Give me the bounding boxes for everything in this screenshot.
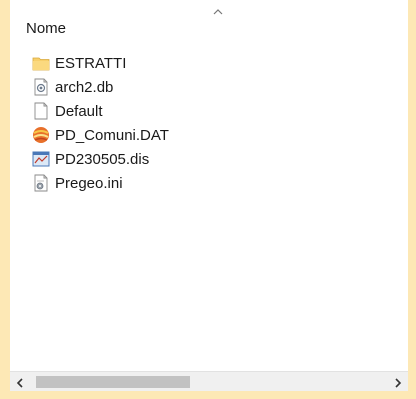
horizontal-scrollbar[interactable] — [10, 371, 408, 391]
bottom-border — [0, 391, 416, 399]
file-name: PD_Comuni.DAT — [55, 126, 169, 144]
file-name: ESTRATTI — [55, 54, 127, 72]
list-item-estratti[interactable]: ESTRATTI — [32, 51, 169, 75]
list-item-pd-comuni-dat[interactable]: PD_Comuni.DAT — [32, 123, 169, 147]
file-name: PD230505.dis — [55, 150, 150, 168]
right-border — [408, 0, 416, 399]
scrollbar-thumb[interactable] — [36, 376, 190, 388]
file-list: ESTRATTI arch2.db Default PD_Comuni.DAT … — [32, 51, 169, 195]
blank-file-icon — [32, 102, 50, 120]
chevron-right-icon[interactable] — [392, 376, 404, 388]
file-list-pane: Nome ESTRATTI arch2.db Default PD_Comuni… — [10, 0, 408, 371]
drawing-file-icon — [32, 150, 50, 168]
file-name: Pregeo.ini — [55, 174, 123, 192]
database-file-icon — [32, 78, 50, 96]
column-header-name[interactable]: Nome — [26, 20, 66, 37]
folder-icon — [32, 54, 50, 72]
list-item-pregeo-ini[interactable]: Pregeo.ini — [32, 171, 169, 195]
settings-file-icon — [32, 174, 50, 192]
list-item-pd230505-dis[interactable]: PD230505.dis — [32, 147, 169, 171]
file-name: Default — [55, 102, 103, 120]
list-item-default[interactable]: Default — [32, 99, 169, 123]
file-name: arch2.db — [55, 78, 114, 96]
chevron-left-icon[interactable] — [14, 376, 26, 388]
dat-file-icon — [32, 126, 50, 144]
left-border — [0, 0, 10, 399]
file-explorer-window: Nome ESTRATTI arch2.db Default PD_Comuni… — [0, 0, 416, 399]
list-item-arch2-db[interactable]: arch2.db — [32, 75, 169, 99]
chevron-up-icon[interactable] — [212, 4, 224, 15]
